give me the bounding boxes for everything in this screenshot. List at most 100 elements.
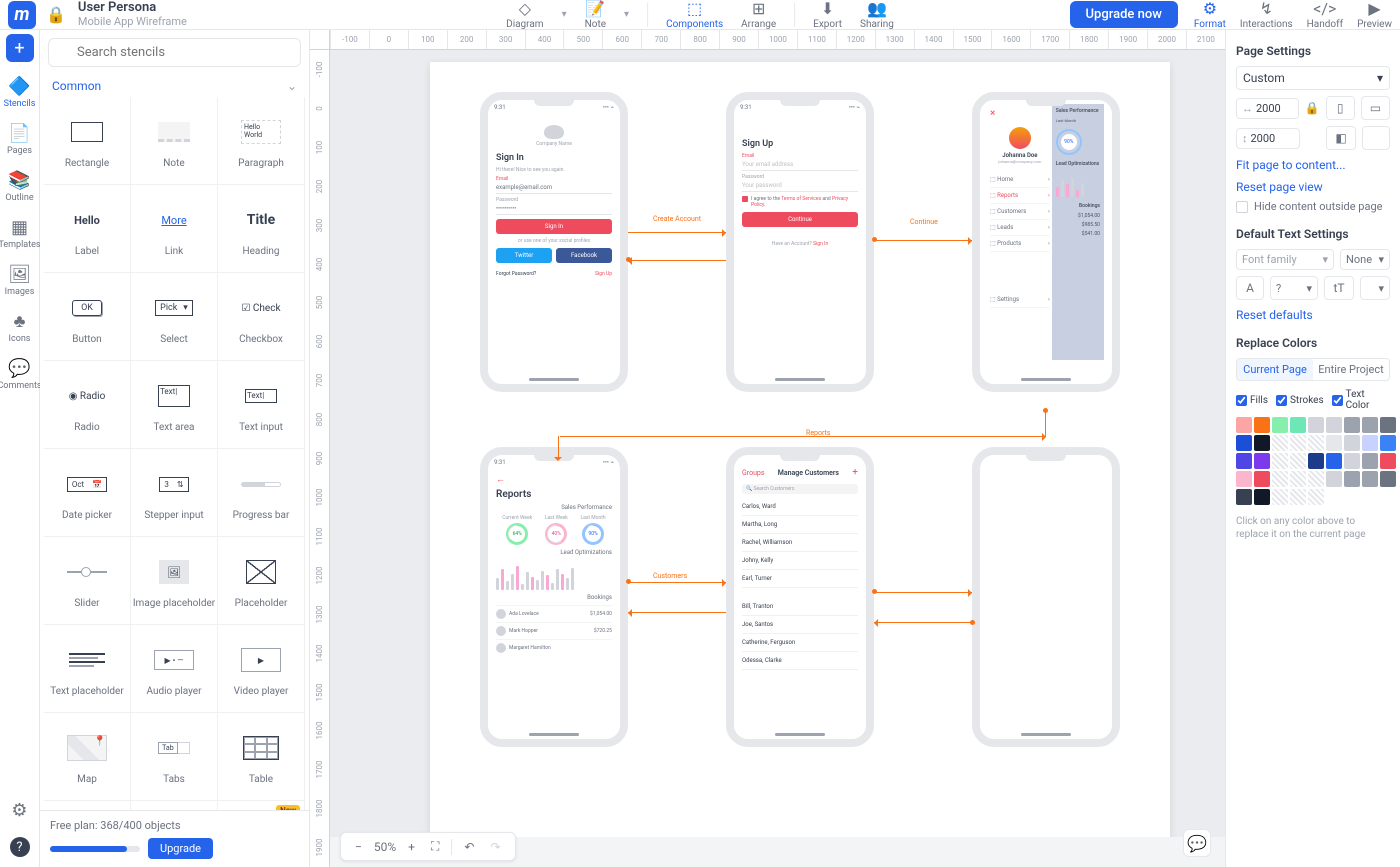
search-stencils-input[interactable] [48,38,301,67]
design-surface[interactable]: 9:31••• ⌁ Company Name Sign In Hi there!… [430,62,1170,837]
stencil-table[interactable]: Table [218,713,305,801]
toolbar-diagram[interactable]: ◇Diagram [506,0,543,30]
page-size-select[interactable]: Custom▾ [1236,66,1390,90]
font-family-select[interactable]: Font family▾ [1236,249,1334,270]
color-swatch[interactable] [1290,489,1306,505]
color-swatch[interactable] [1308,435,1324,451]
reset-defaults-link[interactable]: Reset defaults [1236,308,1390,322]
rail-templates[interactable]: ▦Templates [0,213,39,254]
color-swatch[interactable] [1308,489,1324,505]
undo-button[interactable]: ↶ [460,838,478,856]
text-align-select[interactable]: ▾ [1360,276,1390,300]
rail-comments[interactable]: 💬Comments [0,354,39,395]
color-swatch[interactable] [1254,435,1270,451]
color-swatch[interactable] [1290,435,1306,451]
zoom-out-button[interactable]: − [351,838,366,856]
stencil-label[interactable]: HelloLabel [44,185,131,273]
zoom-level[interactable]: 50% [374,840,396,854]
orientation-portrait[interactable]: ▯ [1326,96,1355,120]
color-swatch[interactable] [1236,471,1252,487]
color-swatch[interactable] [1290,417,1306,433]
color-swatch[interactable] [1254,453,1270,469]
rail-images[interactable]: 🖼Images [0,260,39,301]
stencil-stepper-input[interactable]: 3 ⇅Stepper input [131,449,218,537]
rail-stencils[interactable]: 🔷Stencils [0,72,39,113]
add-button[interactable]: + [6,34,34,62]
canvas-viewport[interactable]: 9:31••• ⌁ Company Name Sign In Hi there!… [330,50,1225,837]
rail-pages[interactable]: 📄Pages [0,119,39,160]
stencil-paragraph[interactable]: Hello WorldParagraph [218,97,305,185]
stencil-button[interactable]: OKButton [44,273,131,361]
color-swatch[interactable] [1308,453,1324,469]
color-swatch[interactable] [1380,453,1396,469]
fit-button[interactable]: ⛶ [427,837,443,856]
color-swatch[interactable] [1308,471,1324,487]
fit-page-link[interactable]: Fit page to content... [1236,158,1390,172]
stencil-note[interactable]: Note [131,97,218,185]
stencil-audio-player[interactable]: ▶ • —Audio player [131,625,218,713]
mockup-drawer[interactable]: × Johanna Doe johanna@company.com ⬚ Home… [972,92,1120,392]
color-swatch[interactable] [1380,417,1396,433]
mockup-signin[interactable]: 9:31••• ⌁ Company Name Sign In Hi there!… [480,92,628,392]
upgrade-now-button[interactable]: Upgrade now [1070,1,1178,28]
color-swatch[interactable] [1362,453,1378,469]
color-swatch[interactable] [1272,453,1288,469]
stencil-item[interactable] [44,801,131,810]
stencil-radio[interactable]: ◉ RadioRadio [44,361,131,449]
color-swatch[interactable] [1254,471,1270,487]
color-swatch[interactable] [1272,489,1288,505]
stencil-tabs[interactable]: Tab Tabs [131,713,218,801]
toolbar-sharing[interactable]: 👥Sharing [860,0,894,30]
font-weight-select[interactable]: None▾ [1340,249,1390,270]
tool-preview[interactable]: ▶Preview [1357,0,1392,30]
color-swatch[interactable] [1254,489,1270,505]
toolbar-arrange[interactable]: ⊞Arrange [741,0,776,30]
canvas-area[interactable]: -100010020030040050060070080090010001100… [310,30,1225,867]
color-swatch[interactable] [1362,417,1378,433]
bg-color-button[interactable]: ◧ [1326,126,1356,150]
color-swatch[interactable] [1254,417,1270,433]
orientation-landscape[interactable]: ▭ [1361,96,1390,120]
stencil-link[interactable]: MoreLink [131,185,218,273]
tool-interactions[interactable]: ↯Interactions [1240,0,1293,30]
stencil-slider[interactable]: Slider [44,537,131,625]
color-swatch[interactable] [1326,471,1342,487]
color-swatch[interactable] [1380,435,1396,451]
color-swatch[interactable] [1344,417,1360,433]
stencil-heading[interactable]: TitleHeading [218,185,305,273]
color-swatch[interactable] [1272,417,1288,433]
document-title[interactable]: User Persona [78,1,187,15]
color-swatch[interactable] [1344,453,1360,469]
color-swatch[interactable] [1236,453,1252,469]
text-color-button[interactable]: A [1236,276,1264,300]
color-swatch[interactable] [1326,435,1342,451]
mockup-empty[interactable] [972,447,1120,747]
stencil-select[interactable]: Pick ▾Select [131,273,218,361]
settings-icon[interactable]: ⚙ [11,800,27,821]
reset-view-link[interactable]: Reset page view [1236,180,1390,194]
lock-icon[interactable]: 🔒 [46,5,66,24]
tab-current-page[interactable]: Current Page [1237,359,1313,380]
upgrade-button[interactable]: Upgrade [148,838,213,859]
stencil-item[interactable] [131,801,218,810]
tool-handoff[interactable]: </>Handoff [1307,0,1343,30]
chevron-down-icon[interactable]: ▾ [624,9,629,20]
color-swatch[interactable] [1272,435,1288,451]
color-swatch[interactable] [1272,471,1288,487]
rail-outline[interactable]: 📚Outline [0,166,39,207]
app-logo[interactable]: m [8,1,36,29]
stencil-group-header[interactable]: Common ⌄ [40,75,309,97]
redo-button[interactable]: ↷ [486,838,504,856]
color-swatch[interactable] [1236,435,1252,451]
stencil-placeholder[interactable]: Placeholder [218,537,305,625]
hide-content-checkbox[interactable]: Hide content outside page [1236,200,1390,213]
color-swatch[interactable] [1236,417,1252,433]
text-transform-button[interactable]: tT [1324,276,1354,300]
bg-value[interactable] [1362,126,1390,150]
color-swatch[interactable] [1344,435,1360,451]
textcolor-checkbox[interactable]: Text Color [1332,389,1390,411]
tab-entire-project[interactable]: Entire Project [1313,359,1389,380]
rail-icons[interactable]: ♣Icons [0,307,39,348]
mockup-signup[interactable]: 9:31••• ⌁ Sign Up Email Your email addre… [726,92,874,392]
link-dimensions-icon[interactable]: 🔒 [1305,101,1320,115]
